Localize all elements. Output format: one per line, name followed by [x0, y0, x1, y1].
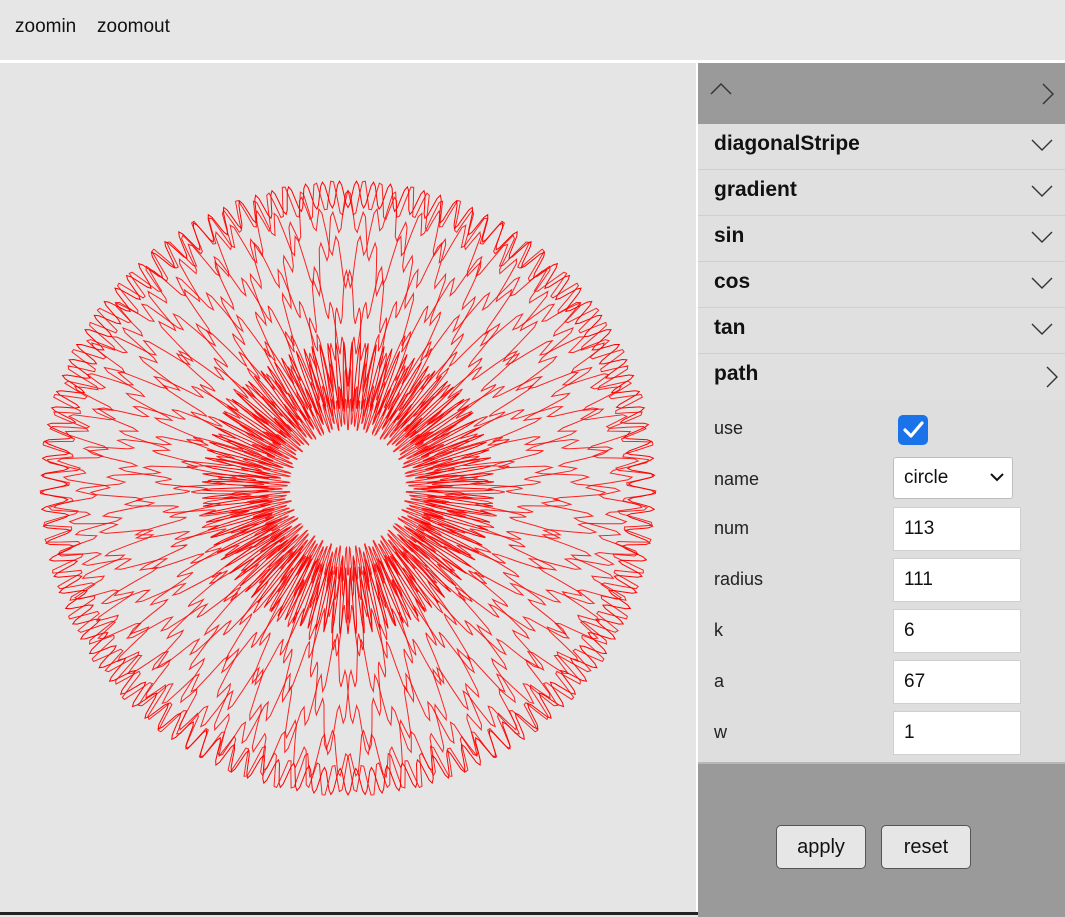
- toolbar: zoomin zoomout: [0, 0, 1065, 63]
- drawing-canvas[interactable]: [0, 63, 696, 913]
- section-title: diagonalStripe: [714, 132, 860, 155]
- num-row: num: [698, 504, 1065, 554]
- section-sin[interactable]: sin: [698, 216, 1065, 262]
- w-row: w: [698, 708, 1065, 758]
- use-checkbox[interactable]: [898, 415, 928, 445]
- pattern-stroke: [52, 186, 643, 789]
- a-input[interactable]: [893, 660, 1021, 704]
- a-row: a: [698, 657, 1065, 707]
- settings-panel: diagonalStripe gradient sin cos tan path…: [698, 63, 1065, 917]
- name-select-value: circle: [904, 467, 949, 488]
- chevron-down-icon: [990, 473, 1004, 482]
- reset-button[interactable]: reset: [881, 825, 971, 869]
- pattern-stroke: [67, 180, 628, 796]
- name-label: name: [714, 469, 760, 489]
- pattern-stroke: [39, 217, 657, 759]
- section-title: gradient: [714, 178, 797, 201]
- pattern-stroke: [42, 199, 653, 777]
- chevron-down-icon: [1031, 323, 1053, 335]
- pattern-stroke: [68, 180, 629, 796]
- section-title: path: [714, 362, 759, 385]
- zoomout-button[interactable]: zoomout: [97, 16, 170, 38]
- num-input[interactable]: [893, 507, 1021, 551]
- section-path[interactable]: path: [698, 354, 1065, 400]
- spirograph-pattern: [39, 180, 657, 796]
- k-label: k: [714, 620, 723, 640]
- radius-input[interactable]: [893, 558, 1021, 602]
- chevron-right-icon: [1046, 366, 1058, 388]
- checkmark-icon: [903, 421, 924, 438]
- chevron-down-icon: [1031, 231, 1053, 243]
- zoomin-button[interactable]: zoomin: [15, 16, 76, 38]
- section-gradient[interactable]: gradient: [698, 170, 1065, 216]
- pattern-stroke: [53, 186, 644, 789]
- chevron-up-icon[interactable]: [710, 81, 732, 95]
- section-cos[interactable]: cos: [698, 262, 1065, 308]
- use-label: use: [714, 418, 744, 438]
- k-row: k: [698, 606, 1065, 656]
- chevron-down-icon: [1031, 277, 1053, 289]
- chevron-down-icon: [1031, 139, 1053, 151]
- section-title: tan: [714, 316, 746, 339]
- k-input[interactable]: [893, 609, 1021, 653]
- panel-header: [698, 63, 1065, 124]
- chevron-right-icon[interactable]: [1041, 82, 1055, 106]
- chevron-down-icon: [1031, 185, 1053, 197]
- section-title: cos: [714, 270, 751, 293]
- radius-row: radius: [698, 555, 1065, 605]
- num-label: num: [714, 518, 750, 538]
- section-tan[interactable]: tan: [698, 308, 1065, 354]
- panel-footer: apply reset: [698, 762, 1065, 917]
- pattern-stroke: [43, 199, 654, 777]
- w-label: w: [714, 722, 727, 742]
- radius-label: radius: [714, 569, 764, 589]
- name-row: name circle: [698, 455, 1065, 505]
- apply-button[interactable]: apply: [776, 825, 866, 869]
- a-label: a: [714, 671, 725, 691]
- section-title: sin: [714, 224, 745, 247]
- section-diagonalstripe[interactable]: diagonalStripe: [698, 124, 1065, 170]
- name-select[interactable]: circle: [893, 457, 1013, 499]
- w-input[interactable]: [893, 711, 1021, 755]
